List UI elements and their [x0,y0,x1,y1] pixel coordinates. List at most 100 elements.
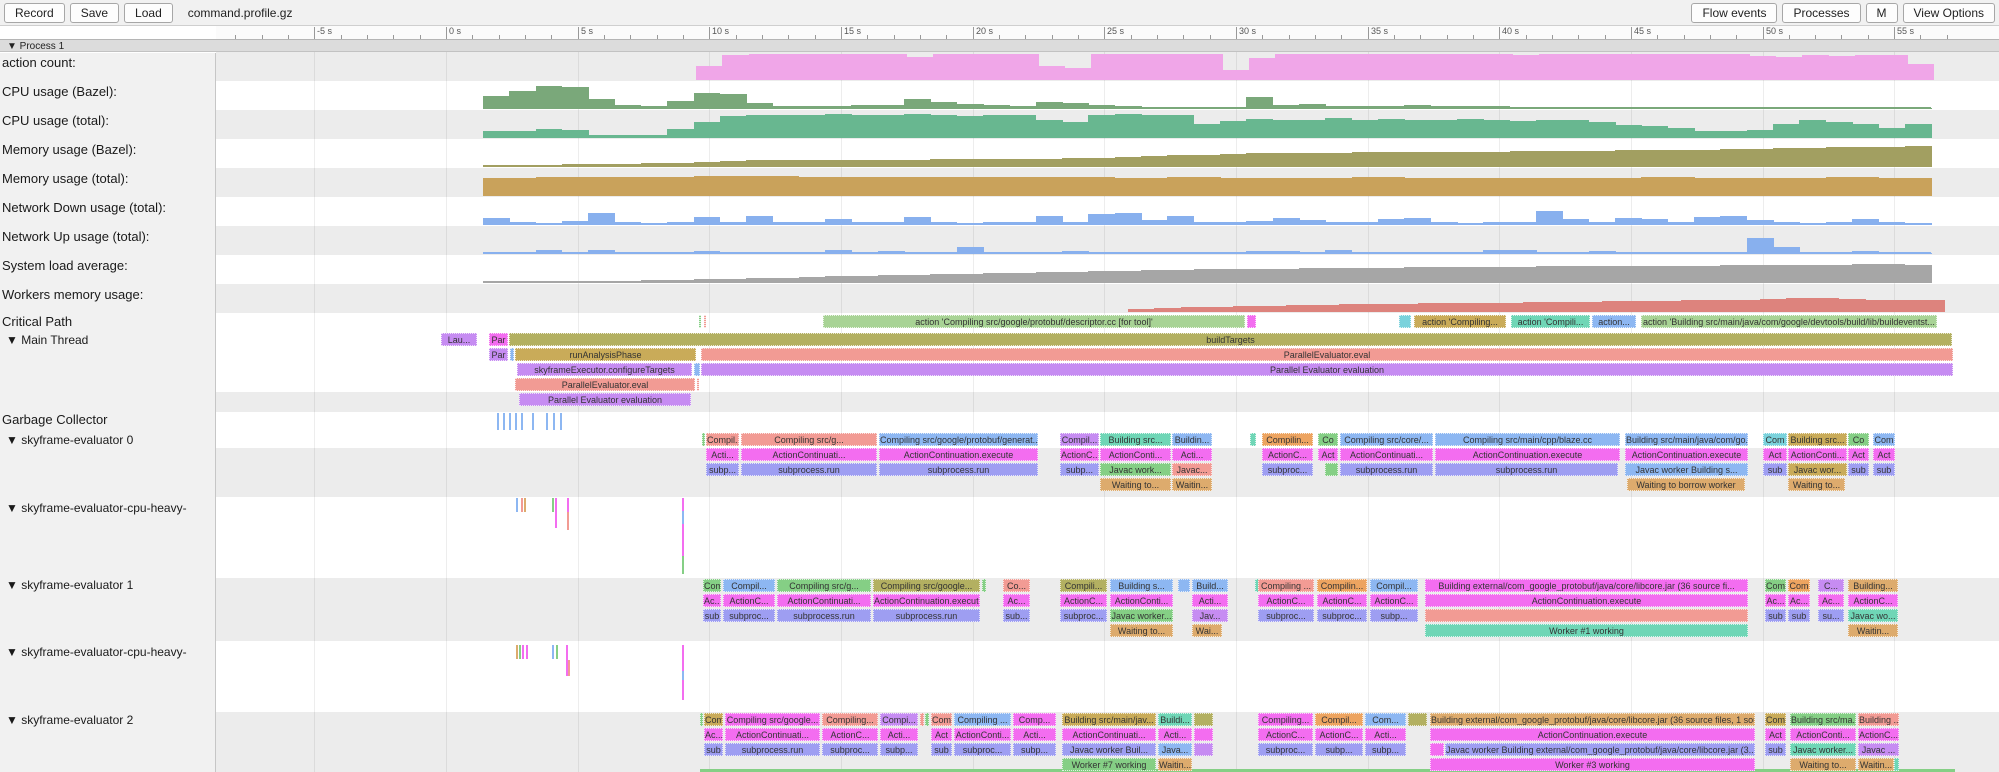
trace-block-skyframe-evaluator-2[interactable]: sub [704,743,723,756]
trace-block-skyframe-evaluator-1[interactable]: Building s... [1110,579,1173,592]
trace-block-skyframe-evaluator-2[interactable]: Compiling... [822,713,878,726]
trace-block-skyframe-evaluator-0[interactable]: Compiling src/google/protobuf/generat... [879,433,1038,446]
trace-block-skyframe-evaluator-0[interactable]: Waiting to borrow worker [1627,478,1745,491]
gc-event-tick[interactable] [515,413,517,430]
trace-block-skyframe-evaluator-0[interactable]: sub [1763,463,1787,476]
trace-block-skyframe-evaluator-1[interactable]: Compiling ... [1258,579,1314,592]
record-button[interactable]: Record [4,3,65,23]
trace-block-skyframe-evaluator-0[interactable]: Building src... [1100,433,1171,446]
trace-block-critical-path[interactable]: action... [1592,315,1636,328]
trace-block-skyframe-evaluator-0[interactable]: Compil... [1060,433,1099,446]
trace-block-skyframe-evaluator-0[interactable]: Act [1848,448,1869,461]
trace-block-skyframe-evaluator-2[interactable]: ActionConti... [954,728,1011,741]
trace-block-skyframe-evaluator-1[interactable]: sub... [1003,609,1030,622]
trace-block-skyframe-evaluator-2[interactable]: ActionConti... [1790,728,1856,741]
cpu-heavy-event-tick[interactable] [567,498,569,512]
trace-block-skyframe-evaluator-0[interactable]: Building src/main/java/com/go... [1625,433,1748,446]
trace-block-skyframe-evaluator-2[interactable] [1194,743,1213,756]
trace-block-skyframe-evaluator-2[interactable]: Compiling src/google... [725,713,820,726]
trace-block-skyframe-evaluator-1[interactable]: C... [1818,579,1844,592]
trace-block-skyframe-evaluator-1[interactable]: subproc... [1317,609,1367,622]
trace-block-critical-path[interactable] [1399,315,1411,328]
trace-block-main-thread[interactable]: skyframeExecutor.configureTargets [517,363,692,376]
trace-block-main-thread[interactable]: Parallel Evaluator evaluation [701,363,1953,376]
trace-block-skyframe-evaluator-2[interactable] [920,713,924,726]
trace-block-skyframe-evaluator-0[interactable]: subprocess.run [741,463,877,476]
trace-block-skyframe-evaluator-0[interactable]: Javac work... [1100,463,1171,476]
trace-block-skyframe-evaluator-2[interactable]: Worker #7 working [1062,758,1156,771]
trace-block-skyframe-evaluator-0[interactable]: subprocess.run [879,463,1038,476]
trace-block-main-thread[interactable]: Par [489,348,508,361]
trace-block-skyframe-evaluator-1[interactable]: Wai... [1192,624,1222,637]
trace-block-skyframe-evaluator-2[interactable]: Comp... [1013,713,1056,726]
trace-block-skyframe-evaluator-0[interactable]: ActionContinuation.execute [879,448,1038,461]
trace-block-skyframe-evaluator-2[interactable] [1194,713,1213,726]
trace-block-skyframe-evaluator-0[interactable]: Com [1873,433,1895,446]
trace-block-skyframe-evaluator-0[interactable]: Act [1873,448,1895,461]
trace-block-skyframe-evaluator-2[interactable]: ActionContinuati... [1062,728,1156,741]
gc-event-tick[interactable] [521,413,523,430]
trace-block-skyframe-evaluator-2[interactable]: Compiling ... [954,713,1011,726]
gc-event-tick[interactable] [546,413,548,430]
trace-block-skyframe-evaluator-1[interactable]: Compiling src/g... [777,579,871,592]
trace-block-main-thread[interactable] [510,348,514,361]
trace-block-skyframe-evaluator-1[interactable]: Compiling src/google... [873,579,980,592]
trace-block-critical-path[interactable]: action 'Compiling src/google/protobuf/de… [823,315,1245,328]
trace-block-skyframe-evaluator-0[interactable]: ActionC... [1060,448,1099,461]
trace-block-main-thread[interactable]: runAnalysisPhase [515,348,696,361]
trace-block-skyframe-evaluator-2[interactable]: ActionC... [822,728,878,741]
trace-block-skyframe-evaluator-2[interactable]: subp... [1365,743,1406,756]
trace-block-skyframe-evaluator-0[interactable]: subprocess.run [1435,463,1618,476]
trace-block-skyframe-evaluator-0[interactable]: subprocess.run [1340,463,1433,476]
trace-block-skyframe-evaluator-1[interactable]: ActionC... [1258,594,1314,607]
trace-block-skyframe-evaluator-1[interactable]: ActionC... [1060,594,1107,607]
trace-block-skyframe-evaluator-0[interactable]: Javac worker Building s... [1625,463,1748,476]
trace-block-skyframe-evaluator-2[interactable]: Javac worker Buil... [1062,743,1156,756]
gc-event-tick[interactable] [532,413,534,430]
trace-block-skyframe-evaluator-2[interactable]: Javac worker... [1790,743,1856,756]
trace-block-skyframe-evaluator-2[interactable]: Ac... [704,728,723,741]
trace-block-main-thread[interactable]: ParallelEvaluator.eval [515,378,695,391]
trace-block-skyframe-evaluator-1[interactable]: Ac... [1003,594,1030,607]
trace-block-skyframe-evaluator-2[interactable]: Com [931,713,952,726]
trace-block-skyframe-evaluator-0[interactable]: Buildin... [1172,433,1212,446]
trace-block-skyframe-evaluator-1[interactable]: Waitin... [1848,624,1898,637]
trace-block-skyframe-evaluator-1[interactable]: ActionConti... [1110,594,1173,607]
trace-block-skyframe-evaluator-0[interactable]: sub [1848,463,1869,476]
trace-block-skyframe-evaluator-0[interactable] [702,433,705,446]
trace-block-skyframe-evaluator-2[interactable]: ActionC... [1315,728,1363,741]
trace-block-skyframe-evaluator-2[interactable]: subprocess.run [725,743,820,756]
process-header[interactable]: ▼ Process 1 [0,39,1999,52]
trace-block-skyframe-evaluator-1[interactable]: Com [1765,579,1786,592]
trace-block-skyframe-evaluator-1[interactable]: ActionContinuati... [777,594,871,607]
trace-block-skyframe-evaluator-0[interactable]: Building src... [1788,433,1847,446]
trace-block-skyframe-evaluator-0[interactable]: ActionContinuati... [1340,448,1433,461]
trace-block-main-thread[interactable]: Parallel Evaluator evaluation [519,393,691,406]
trace-block-skyframe-evaluator-2[interactable]: Building external/com_google_protobuf/ja… [1430,713,1755,726]
trace-block-skyframe-evaluator-1[interactable]: subproc... [1258,609,1314,622]
trace-block-skyframe-evaluator-2[interactable]: Buildi... [1158,713,1192,726]
trace-block-skyframe-evaluator-1[interactable]: Ac... [1788,594,1810,607]
cpu-heavy-event-tick[interactable] [519,645,521,659]
trace-block-skyframe-evaluator-2[interactable]: Com... [1365,713,1406,726]
trace-block-skyframe-evaluator-0[interactable]: Co [1848,433,1869,446]
trace-block-skyframe-evaluator-0[interactable]: Co [1318,433,1338,446]
trace-block-skyframe-evaluator-0[interactable]: subproc... [1262,463,1313,476]
trace-block-skyframe-evaluator-2[interactable]: Acti... [1158,728,1192,741]
cpu-heavy-event-tick[interactable] [682,498,684,511]
trace-block-skyframe-evaluator-1[interactable]: ActionContinuation.execute [873,594,980,607]
save-button[interactable]: Save [70,3,119,23]
trace-block-skyframe-evaluator-2[interactable]: ActionContinuati... [725,728,820,741]
trace-block-skyframe-evaluator-2[interactable]: Building src/ma... [1790,713,1856,726]
trace-block-skyframe-evaluator-2[interactable]: Act [931,728,952,741]
trace-block-skyframe-evaluator-0[interactable]: Act [1318,448,1338,461]
trace-block-skyframe-evaluator-1[interactable]: subprocess.run [873,609,980,622]
trace-block-skyframe-evaluator-1[interactable]: Javac wo... [1848,609,1898,622]
trace-block-skyframe-evaluator-2[interactable]: subproc... [822,743,878,756]
trace-block-skyframe-evaluator-0[interactable]: Compiling src/g... [741,433,877,446]
trace-block-skyframe-evaluator-2[interactable]: Building src/main/jav... [1062,713,1156,726]
trace-block-skyframe-evaluator-2[interactable]: Building ... [1858,713,1899,726]
cpu-heavy-event-tick[interactable] [568,660,570,676]
trace-block-skyframe-evaluator-0[interactable]: subp... [1060,463,1099,476]
trace-block-skyframe-evaluator-1[interactable]: ActionC... [1370,594,1418,607]
